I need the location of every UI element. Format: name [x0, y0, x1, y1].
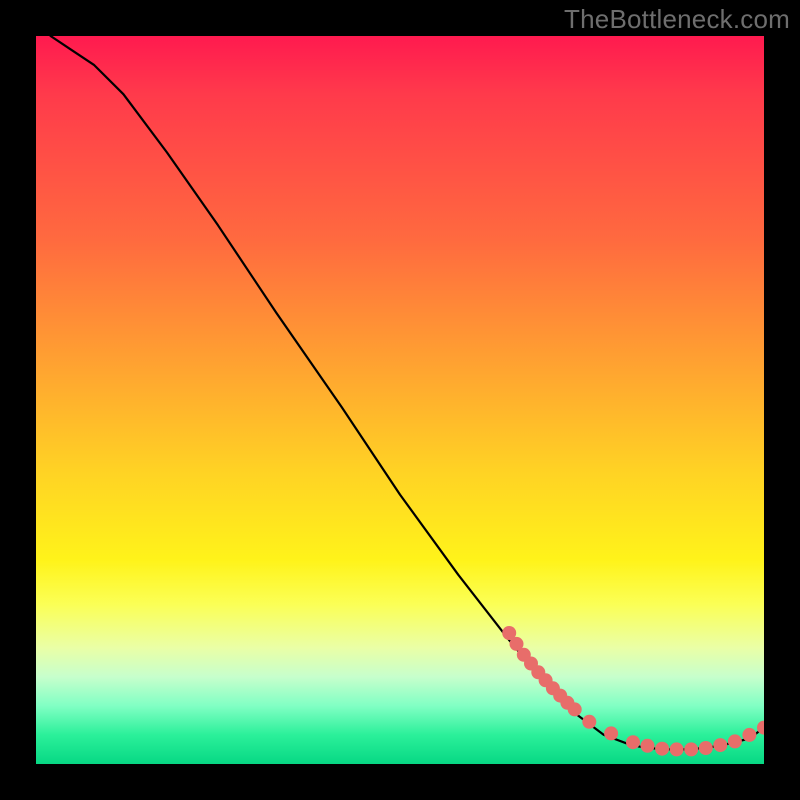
highlight-dot: [655, 742, 669, 756]
watermark-label: TheBottleneck.com: [564, 4, 790, 35]
chart-overlay: [36, 36, 764, 764]
highlight-dots-group: [502, 626, 764, 756]
highlight-dot: [604, 726, 618, 740]
highlight-dot: [713, 738, 727, 752]
highlight-dot: [699, 741, 713, 755]
bottleneck-curve: [51, 36, 764, 749]
highlight-dot: [641, 739, 655, 753]
highlight-dot: [728, 734, 742, 748]
highlight-dot: [684, 742, 698, 756]
chart-frame: TheBottleneck.com: [0, 0, 800, 800]
highlight-dot: [670, 742, 684, 756]
highlight-dot: [742, 728, 756, 742]
highlight-dot: [626, 735, 640, 749]
plot-area: [36, 36, 764, 764]
highlight-dot: [568, 702, 582, 716]
highlight-dot: [582, 715, 596, 729]
